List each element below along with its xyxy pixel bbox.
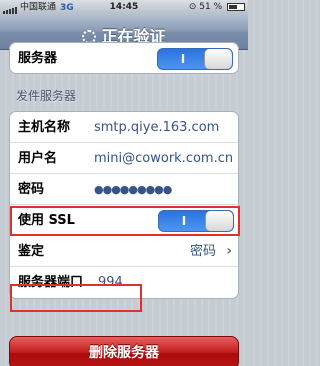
password-field[interactable]: ●●●●●●●●●	[94, 174, 172, 205]
auth-value: 密码	[189, 244, 216, 259]
auth-label: 鉴定	[18, 244, 45, 259]
host-row[interactable]: 主机名称 smtp.qiye.163.com	[10, 112, 238, 143]
password-label: 密码	[18, 182, 45, 197]
server-label: 服务器	[18, 51, 58, 66]
chevron-right-icon: ›	[226, 243, 232, 259]
port-label: 服务器端口	[18, 275, 84, 290]
username-label: 用户名	[18, 151, 58, 166]
server-toggle-text: I	[180, 52, 186, 66]
username-row[interactable]: 用户名 mini@cowork.com.cn	[10, 143, 238, 174]
server-row: 服务器 I	[10, 43, 238, 73]
status-bar: 中国联通 3G 14:45 ⊙ 51 %	[0, 0, 248, 14]
ssl-toggle[interactable]: I	[158, 210, 234, 232]
ssl-toggle-text: I	[181, 214, 187, 228]
lock-rotation-icon: ⊙	[188, 2, 197, 12]
outgoing-section-title: 发件服务器	[16, 89, 77, 103]
host-label: 主机名称	[18, 120, 71, 135]
auth-row[interactable]: 鉴定 密码 ›	[10, 236, 238, 267]
delete-server-button[interactable]: 删除服务器	[9, 336, 239, 366]
battery-percent: 51 %	[199, 2, 223, 12]
ssl-toggle-knob	[205, 211, 233, 231]
ssl-row: 使用 SSL I	[10, 205, 238, 236]
port-field[interactable]: 994	[98, 267, 123, 298]
server-group: 服务器 I	[9, 42, 239, 74]
battery-icon	[227, 2, 245, 11]
battery-info: ⊙ 51 %	[189, 0, 245, 14]
outgoing-server-group: 主机名称 smtp.qiye.163.com 用户名 mini@cowork.c…	[9, 111, 239, 299]
host-field[interactable]: smtp.qiye.163.com	[94, 112, 219, 143]
server-toggle-knob	[204, 49, 232, 69]
port-row[interactable]: 服务器端口 994	[10, 267, 238, 298]
username-field[interactable]: mini@cowork.com.cn	[94, 143, 233, 174]
server-toggle[interactable]: I	[157, 48, 233, 70]
password-row[interactable]: 密码 ●●●●●●●●●	[10, 174, 238, 205]
ssl-label: 使用 SSL	[18, 213, 75, 228]
